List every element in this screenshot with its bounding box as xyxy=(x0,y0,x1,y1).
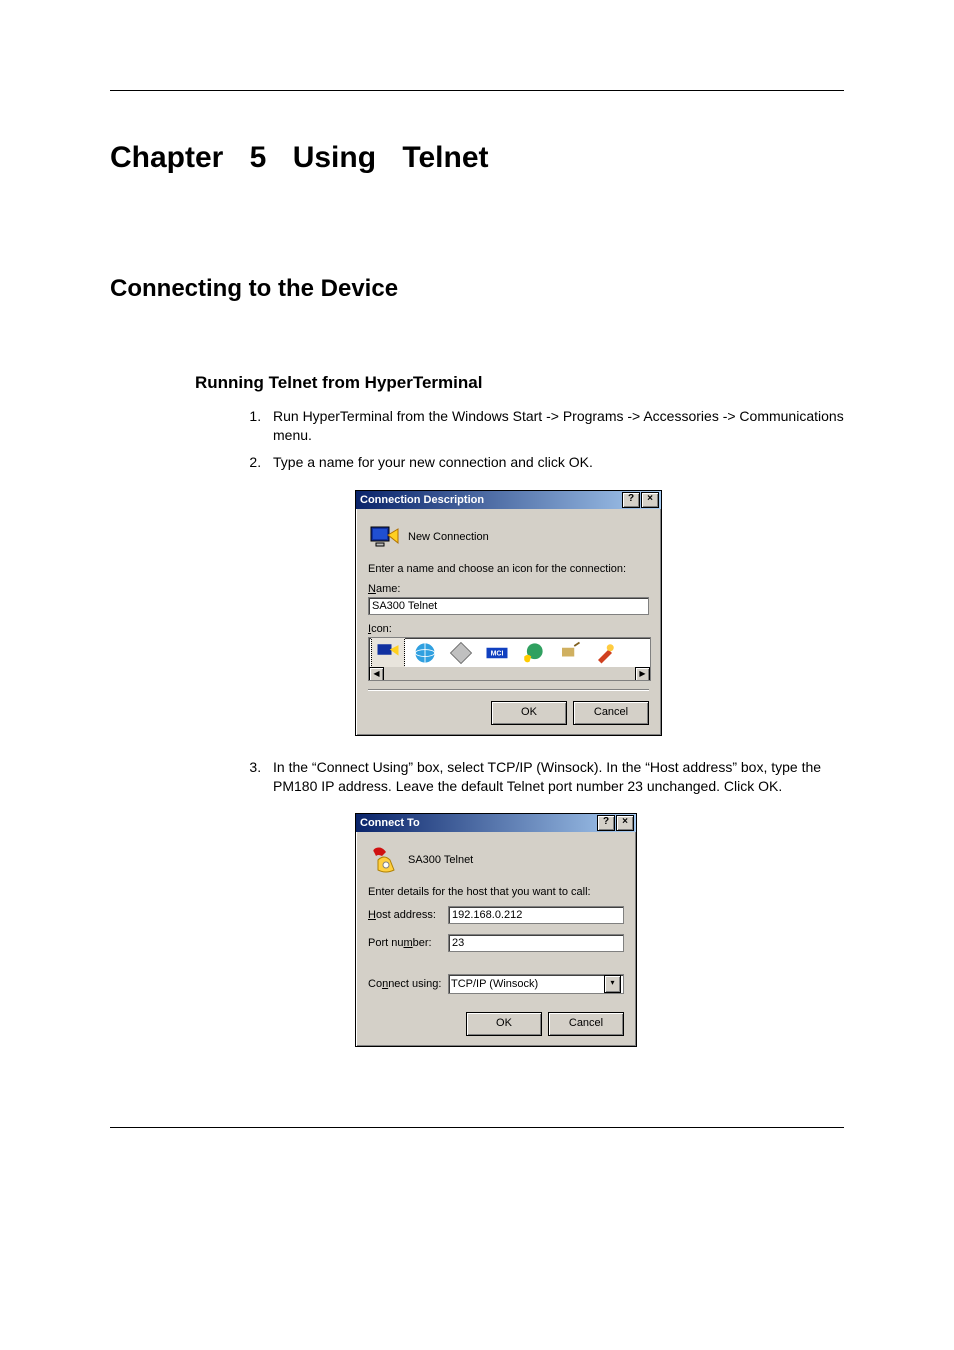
close-button[interactable]: × xyxy=(616,815,634,831)
icon-option-tools[interactable] xyxy=(589,637,621,669)
subsection-title: Running Telnet from HyperTerminal xyxy=(195,373,844,393)
port-number-label: Port number: xyxy=(368,937,448,949)
ok-button[interactable]: OK xyxy=(466,1012,542,1036)
top-rule xyxy=(110,90,844,91)
icon-option-mci[interactable]: MCI xyxy=(481,637,513,669)
connect-using-select[interactable]: TCP/IP (Winsock) ▾ xyxy=(448,974,624,994)
help-button[interactable]: ? xyxy=(622,492,640,508)
cancel-button[interactable]: Cancel xyxy=(573,701,649,725)
icon-picker[interactable]: MCI ◀ ▶ xyxy=(368,637,651,681)
port-number-input[interactable] xyxy=(448,934,624,952)
icon-option-globe[interactable] xyxy=(409,637,441,669)
chevron-down-icon[interactable]: ▾ xyxy=(604,975,621,993)
dialog1-heading: New Connection xyxy=(408,531,489,543)
icon-option-satellite[interactable] xyxy=(553,637,585,669)
scroll-right-button[interactable]: ▶ xyxy=(635,667,650,681)
section-title: Connecting to the Device xyxy=(110,275,844,303)
bottom-rule xyxy=(110,1127,844,1128)
step-2: Type a name for your new connection and … xyxy=(265,453,844,472)
scroll-left-button[interactable]: ◀ xyxy=(369,667,384,681)
step-3: In the “Connect Using” box, select TCP/I… xyxy=(265,758,844,796)
connect-to-dialog: Connect To ? × SA300 Telnet xyxy=(355,813,637,1047)
connect-using-value: TCP/IP (Winsock) xyxy=(451,978,538,990)
icon-option-ht[interactable] xyxy=(371,637,405,671)
connection-description-dialog: Connection Description ? × xyxy=(355,490,662,736)
icon-option-phone-globe[interactable] xyxy=(517,637,549,669)
step-1: Run HyperTerminal from the Windows Start… xyxy=(265,407,844,445)
svg-text:MCI: MCI xyxy=(491,651,504,658)
hyperterminal-icon xyxy=(368,521,400,553)
dialog2-prompt: Enter details for the host that you want… xyxy=(368,886,624,898)
help-button[interactable]: ? xyxy=(597,815,615,831)
icon-option-diamond[interactable] xyxy=(445,637,477,669)
cancel-button[interactable]: Cancel xyxy=(548,1012,624,1036)
host-address-label: Host address: xyxy=(368,909,448,921)
separator xyxy=(368,689,649,691)
icon-label: Icon: xyxy=(368,623,649,635)
connect-using-label: Connect using: xyxy=(368,978,448,990)
dialog1-prompt: Enter a name and choose an icon for the … xyxy=(368,563,649,575)
phone-icon xyxy=(368,844,400,876)
name-input[interactable] xyxy=(368,597,649,615)
close-button[interactable]: × xyxy=(641,492,659,508)
chapter-title: Chapter 5 Using Telnet xyxy=(110,141,844,175)
ok-button[interactable]: OK xyxy=(491,701,567,725)
host-address-input[interactable] xyxy=(448,906,624,924)
dialog1-title: Connection Description xyxy=(360,494,484,506)
dialog2-heading: SA300 Telnet xyxy=(408,854,473,866)
name-label: Name: xyxy=(368,583,649,595)
dialog2-title: Connect To xyxy=(360,817,420,829)
